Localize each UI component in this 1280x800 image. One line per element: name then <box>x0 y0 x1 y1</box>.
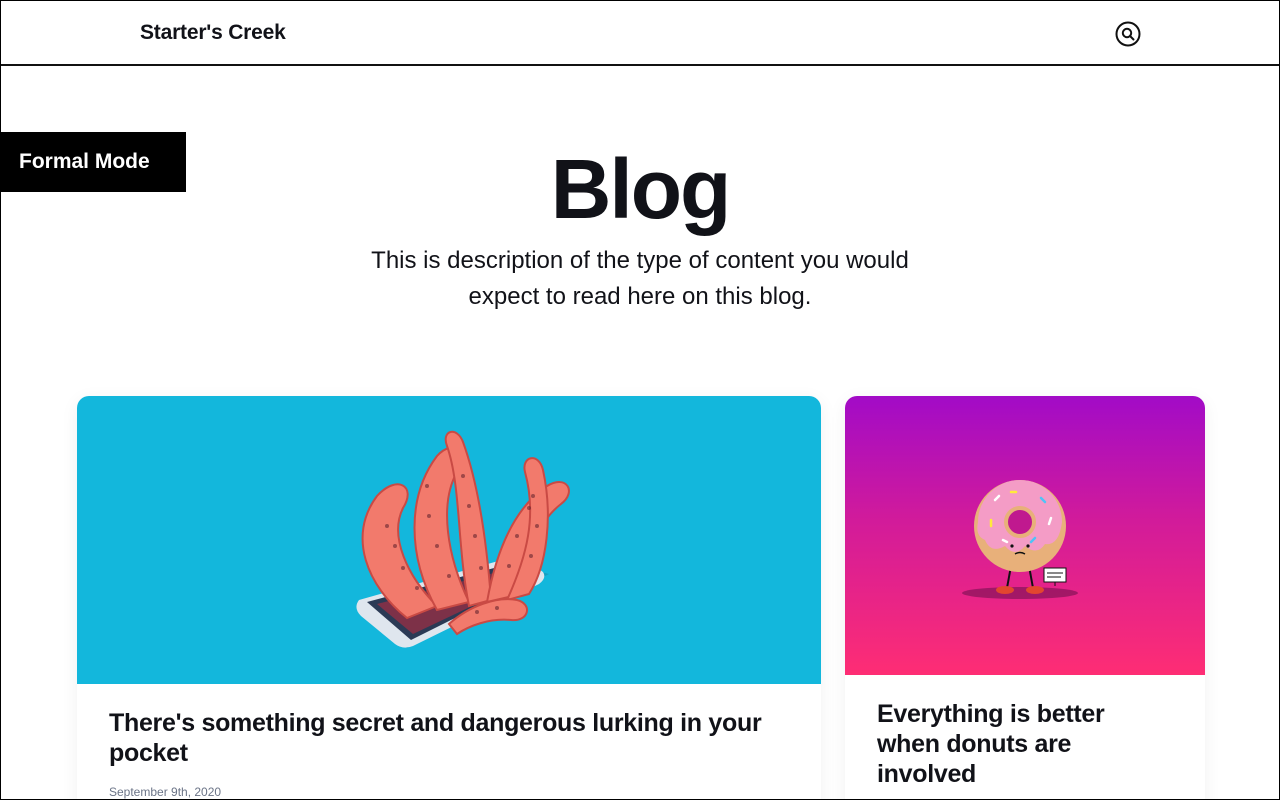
post-image <box>845 396 1205 675</box>
site-title-link[interactable]: Starter's Creek <box>140 21 286 45</box>
search-icon <box>1115 21 1141 47</box>
page-frame: Starter's Creek Formal Mode Blog This is… <box>0 0 1280 800</box>
octopus-tentacles-phone-illustration <box>356 431 570 648</box>
post-title[interactable]: Everything is better when donuts are inv… <box>877 699 1137 789</box>
search-button[interactable] <box>1115 21 1141 47</box>
post-image <box>77 396 821 684</box>
donut-character-illustration <box>962 480 1078 599</box>
post-card[interactable]: There's something secret and dangerous l… <box>77 396 821 799</box>
page-description: This is description of the type of conte… <box>371 247 909 310</box>
post-title[interactable]: There's something secret and dangerous l… <box>109 708 789 768</box>
post-date: September 9th, 2020 <box>109 785 222 799</box>
site-header: Starter's Creek <box>1 1 1279 66</box>
page-title: Blog <box>550 142 732 236</box>
post-card[interactable]: Everything is better when donuts are inv… <box>845 396 1205 799</box>
